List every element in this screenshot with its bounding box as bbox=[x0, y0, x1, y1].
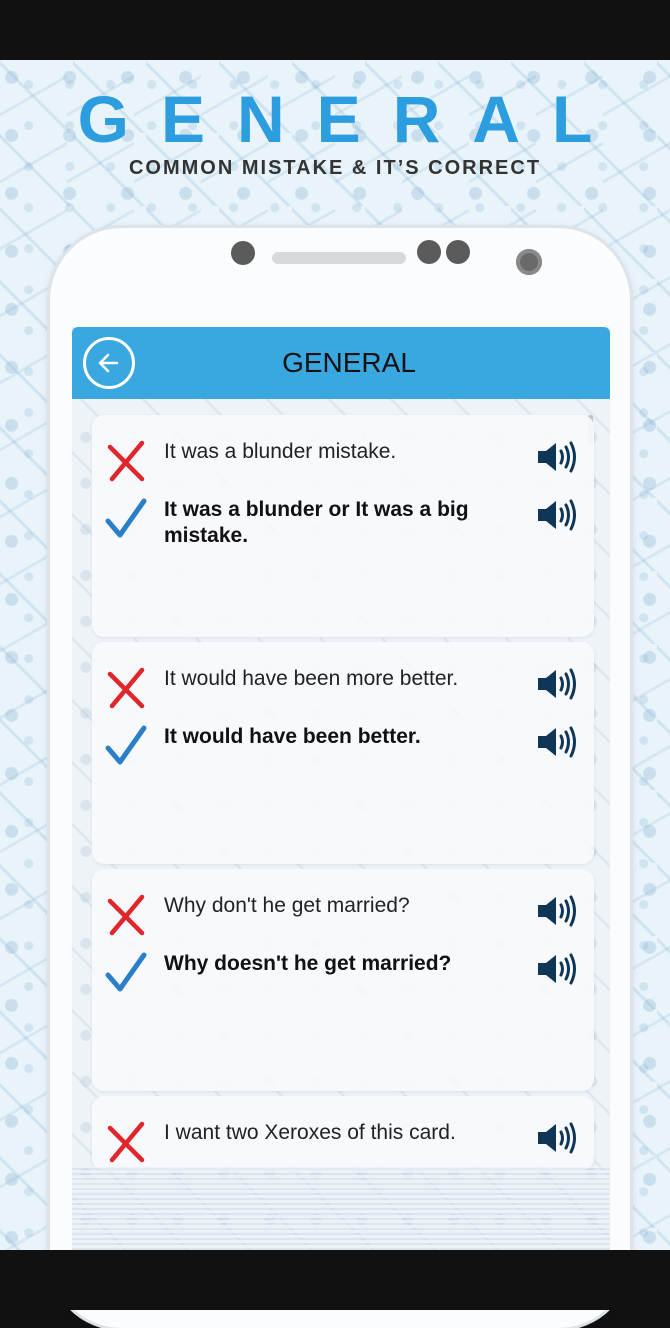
screen-bottom-fade bbox=[72, 1167, 610, 1250]
check-icon bbox=[105, 725, 147, 765]
cross-icon bbox=[107, 1121, 145, 1163]
wrong-sentence: It would have been more better. bbox=[164, 667, 459, 690]
speaker-icon[interactable] bbox=[536, 439, 580, 475]
wrong-sentence: I want two Xeroxes of this card. bbox=[164, 1121, 456, 1144]
correct-sentence: It would have been better. bbox=[164, 725, 421, 748]
speaker-icon[interactable] bbox=[536, 951, 580, 987]
back-button[interactable] bbox=[83, 337, 135, 389]
wrong-sentence: Why don't he get married? bbox=[164, 894, 410, 917]
phone-sensor-left bbox=[231, 241, 255, 265]
speaker-icon[interactable] bbox=[536, 724, 580, 760]
check-icon bbox=[105, 498, 147, 538]
speaker-icon[interactable] bbox=[536, 893, 580, 929]
navigation-bar bbox=[0, 1250, 670, 1310]
wrong-sentence: It was a blunder mistake. bbox=[164, 440, 397, 463]
app-bar: GENERAL bbox=[72, 327, 610, 399]
cross-icon bbox=[107, 667, 145, 709]
speaker-icon[interactable] bbox=[536, 497, 580, 533]
correct-sentence: Why doesn't he get married? bbox=[164, 952, 452, 975]
speaker-icon[interactable] bbox=[536, 1120, 580, 1156]
speaker-icon[interactable] bbox=[536, 666, 580, 702]
phone-sensor-dot-1 bbox=[417, 240, 441, 264]
back-arrow-icon bbox=[98, 353, 119, 373]
status-bar bbox=[0, 0, 670, 60]
list-item: I want two Xeroxes of this card. bbox=[92, 1096, 594, 1170]
cross-icon bbox=[107, 440, 145, 482]
list-item: It would have been more better. It would… bbox=[92, 642, 594, 864]
check-icon bbox=[105, 952, 147, 992]
app-screen: GENERAL It was a blunder mistake. It was… bbox=[72, 327, 610, 1250]
app-bar-title: GENERAL bbox=[282, 347, 416, 378]
phone-speaker-grill bbox=[272, 252, 406, 264]
phone-camera bbox=[516, 249, 542, 275]
cross-icon bbox=[107, 894, 145, 936]
list-item: Why don't he get married? Why doesn't he… bbox=[92, 869, 594, 1091]
banner-subline: COMMON MISTAKE & IT’S CORRECT bbox=[128, 157, 542, 179]
phone-sensor-dot-2 bbox=[446, 240, 470, 264]
correct-sentence: It was a blunder or It was a big mistake… bbox=[164, 498, 469, 547]
list-item: It was a blunder mistake. It was a blund… bbox=[92, 415, 594, 637]
banner-headline: GENERAL bbox=[77, 82, 625, 156]
